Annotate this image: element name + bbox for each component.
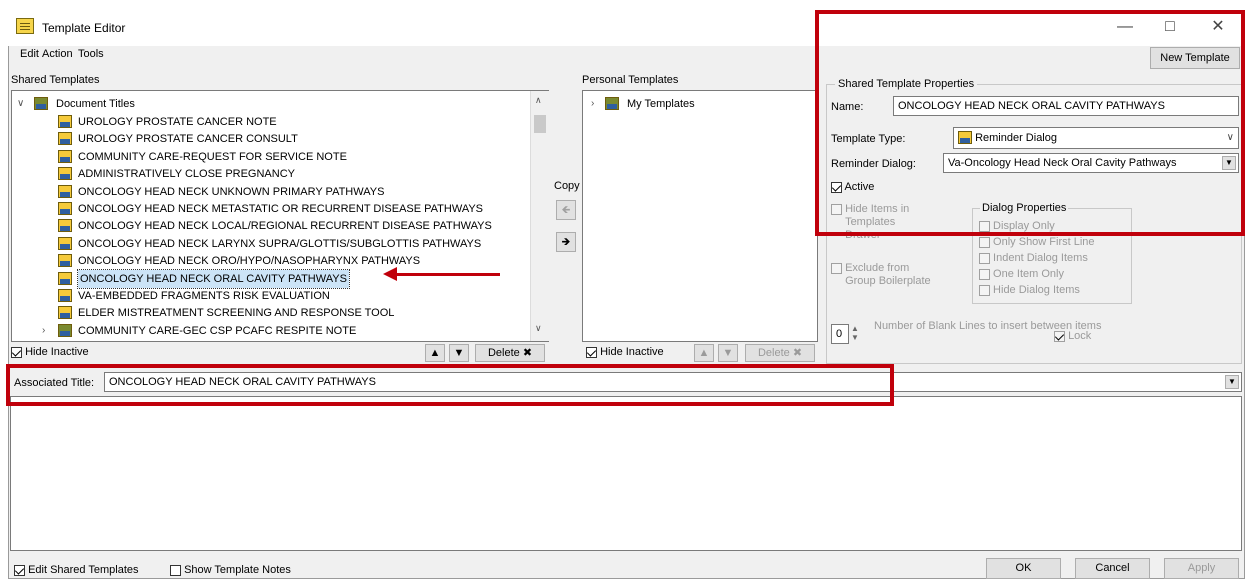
folder-icon — [34, 97, 48, 110]
scroll-up-icon[interactable]: ∧ — [535, 95, 542, 106]
reminder-dialog-icon — [58, 149, 72, 163]
dialog-property-label: Only Show First Line — [990, 236, 1095, 248]
annotation-highlight-properties — [815, 10, 1245, 236]
edit-shared-templates-label: Edit Shared Templates — [28, 564, 139, 576]
template-notes-area[interactable] — [10, 396, 1242, 551]
reminder-dialog-icon — [58, 184, 72, 198]
tree-item-label: ONCOLOGY HEAD NECK LOCAL/REGIONAL RECURR… — [78, 220, 492, 233]
menu-action[interactable]: Action — [42, 48, 73, 60]
checkbox-icon[interactable] — [979, 284, 990, 296]
ok-button[interactable]: OK — [986, 558, 1061, 579]
personal-hide-inactive[interactable]: Hide Inactive — [586, 346, 664, 358]
menu-edit[interactable]: Edit — [20, 48, 39, 60]
checkbox-icon[interactable] — [11, 346, 22, 358]
dropdown-arrow-icon[interactable]: ▼ — [1225, 375, 1239, 389]
annotation-arrow — [383, 267, 500, 281]
folder-icon — [605, 97, 619, 110]
tree-item-label: ADMINISTRATIVELY CLOSE PREGNANCY — [78, 168, 295, 181]
checkbox-icon[interactable] — [831, 263, 842, 274]
tree-item-label: ONCOLOGY HEAD NECK LARYNX SUPRA/GLOTTIS/… — [78, 237, 482, 250]
spinner-arrows-icon[interactable]: ▲ ▼ — [851, 324, 859, 342]
shared-hide-inactive[interactable]: Hide Inactive — [11, 346, 89, 358]
blank-lines-spinner[interactable]: 0 — [831, 324, 849, 344]
tree-item-label: ONCOLOGY HEAD NECK METASTATIC OR RECURRE… — [78, 203, 484, 215]
show-template-notes-checkbox[interactable]: Show Template Notes — [170, 564, 291, 576]
dialog-property-checkbox[interactable]: Hide Dialog Items — [979, 284, 1080, 296]
reminder-dialog-icon — [58, 219, 72, 233]
checkbox-icon[interactable] — [979, 268, 990, 280]
tree-item-label: ONCOLOGY HEAD NECK ORAL CAVITY PATHWAYS — [77, 268, 350, 289]
window-title: Template Editor — [42, 21, 126, 35]
dialog-property-label: Indent Dialog Items — [990, 252, 1088, 264]
copy-right-arrow-icon[interactable]: 🡺 — [556, 232, 576, 252]
checkbox-icon[interactable] — [979, 252, 990, 264]
move-down-icon[interactable]: ▼ — [449, 344, 469, 362]
chevron-right-icon[interactable]: › — [591, 95, 594, 113]
personal-templates-tree[interactable]: › My Templates — [582, 90, 818, 342]
reminder-dialog-icon — [58, 236, 72, 250]
chevron-right-icon[interactable]: › — [42, 322, 45, 340]
personal-delete-label: Delete — [757, 347, 790, 359]
template-editor-app-icon — [16, 18, 34, 34]
personal-move-up-icon[interactable]: ▲ — [694, 344, 714, 362]
edit-shared-templates-checkbox[interactable]: Edit Shared Templates — [14, 564, 139, 576]
reminder-dialog-icon — [58, 306, 72, 320]
checkbox-icon[interactable] — [14, 564, 25, 576]
tree-item-label: ONCOLOGY HEAD NECK ORO/HYPO/NASOPHARYNX … — [78, 255, 421, 268]
personal-templates-label: Personal Templates — [582, 74, 679, 86]
checkbox-icon[interactable] — [586, 346, 597, 358]
tree-root-label: Document Titles — [56, 98, 135, 110]
checkbox-icon[interactable] — [170, 564, 181, 576]
tree-item-label: UROLOGY PROSTATE CANCER NOTE — [78, 116, 277, 128]
tree-item-label: ONCOLOGY HEAD NECK UNKNOWN PRIMARY PATHW… — [78, 185, 385, 198]
reminder-dialog-icon — [58, 202, 72, 215]
menu-tools[interactable]: Tools — [78, 48, 104, 60]
personal-move-down-icon[interactable]: ▼ — [718, 344, 738, 362]
chevron-down-icon[interactable]: ∨ — [17, 95, 24, 113]
checkbox-icon[interactable] — [979, 236, 990, 248]
copy-left-arrow-icon[interactable]: 🡸 — [556, 200, 576, 220]
tree-item-label: COMMUNITY CARE-REQUEST FOR SERVICE NOTE — [78, 150, 347, 163]
tree-item-label: ELDER MISTREATMENT SCREENING AND RESPONS… — [78, 307, 395, 320]
scroll-thumb[interactable] — [534, 115, 546, 133]
dialog-property-checkbox[interactable]: One Item Only — [979, 268, 1064, 280]
copy-label: Copy — [554, 180, 580, 192]
delete-x-icon: ✖ — [522, 347, 533, 359]
tree-item-label: COMMUNITY CARE-GEC CSP PCAFC RESPITE NOT… — [78, 324, 357, 337]
shared-templates-tree[interactable]: ∨ Document Titles UROLOGY PROSTATE CANCE… — [11, 90, 549, 342]
dialog-property-checkbox[interactable]: Indent Dialog Items — [979, 252, 1088, 264]
shared-delete-label: Delete — [487, 347, 520, 359]
lock-label: Lock — [1068, 330, 1092, 342]
shared-hide-inactive-label: Hide Inactive — [25, 346, 89, 358]
reminder-dialog-icon — [58, 132, 72, 146]
personal-hide-inactive-label: Hide Inactive — [600, 346, 664, 358]
show-template-notes-label: Show Template Notes — [184, 564, 291, 576]
dialog-property-label: One Item Only — [990, 268, 1064, 280]
tree-item-label: UROLOGY PROSTATE CANCER CONSULT — [78, 133, 298, 146]
my-templates-label: My Templates — [627, 98, 695, 110]
annotation-highlight-associated-title — [6, 364, 894, 406]
reminder-dialog-icon — [58, 271, 72, 285]
exclude-boilerplate-label: Exclude from Group Boilerplate — [845, 262, 931, 287]
apply-button[interactable]: Apply — [1164, 558, 1239, 579]
tree-item-label: VA-EMBEDDED FRAGMENTS RISK EVALUATION — [78, 290, 330, 302]
reminder-dialog-icon — [58, 254, 72, 268]
personal-delete-button[interactable]: Delete ✖ — [745, 344, 815, 362]
reminder-dialog-icon — [58, 289, 72, 302]
reminder-dialog-icon — [58, 167, 72, 181]
reminder-dialog-icon — [58, 115, 72, 128]
dialog-property-checkbox[interactable]: Only Show First Line — [979, 236, 1095, 248]
lock-checkbox[interactable]: Lock — [1054, 330, 1091, 342]
checkbox-icon[interactable] — [1054, 330, 1065, 342]
shared-delete-button[interactable]: Delete ✖ — [475, 344, 545, 362]
shared-templates-label: Shared Templates — [11, 74, 100, 86]
scroll-down-icon[interactable]: ∨ — [535, 323, 542, 334]
cancel-button[interactable]: Cancel — [1075, 558, 1150, 579]
reminder-dialog-icon — [58, 323, 72, 337]
shared-scrollbar[interactable]: ∧ ∨ — [530, 91, 549, 341]
exclude-boilerplate-checkbox[interactable]: Exclude from Group Boilerplate — [831, 262, 941, 288]
move-up-icon[interactable]: ▲ — [425, 344, 445, 362]
delete-x-icon: ✖ — [792, 347, 803, 359]
dialog-property-label: Hide Dialog Items — [990, 284, 1080, 296]
